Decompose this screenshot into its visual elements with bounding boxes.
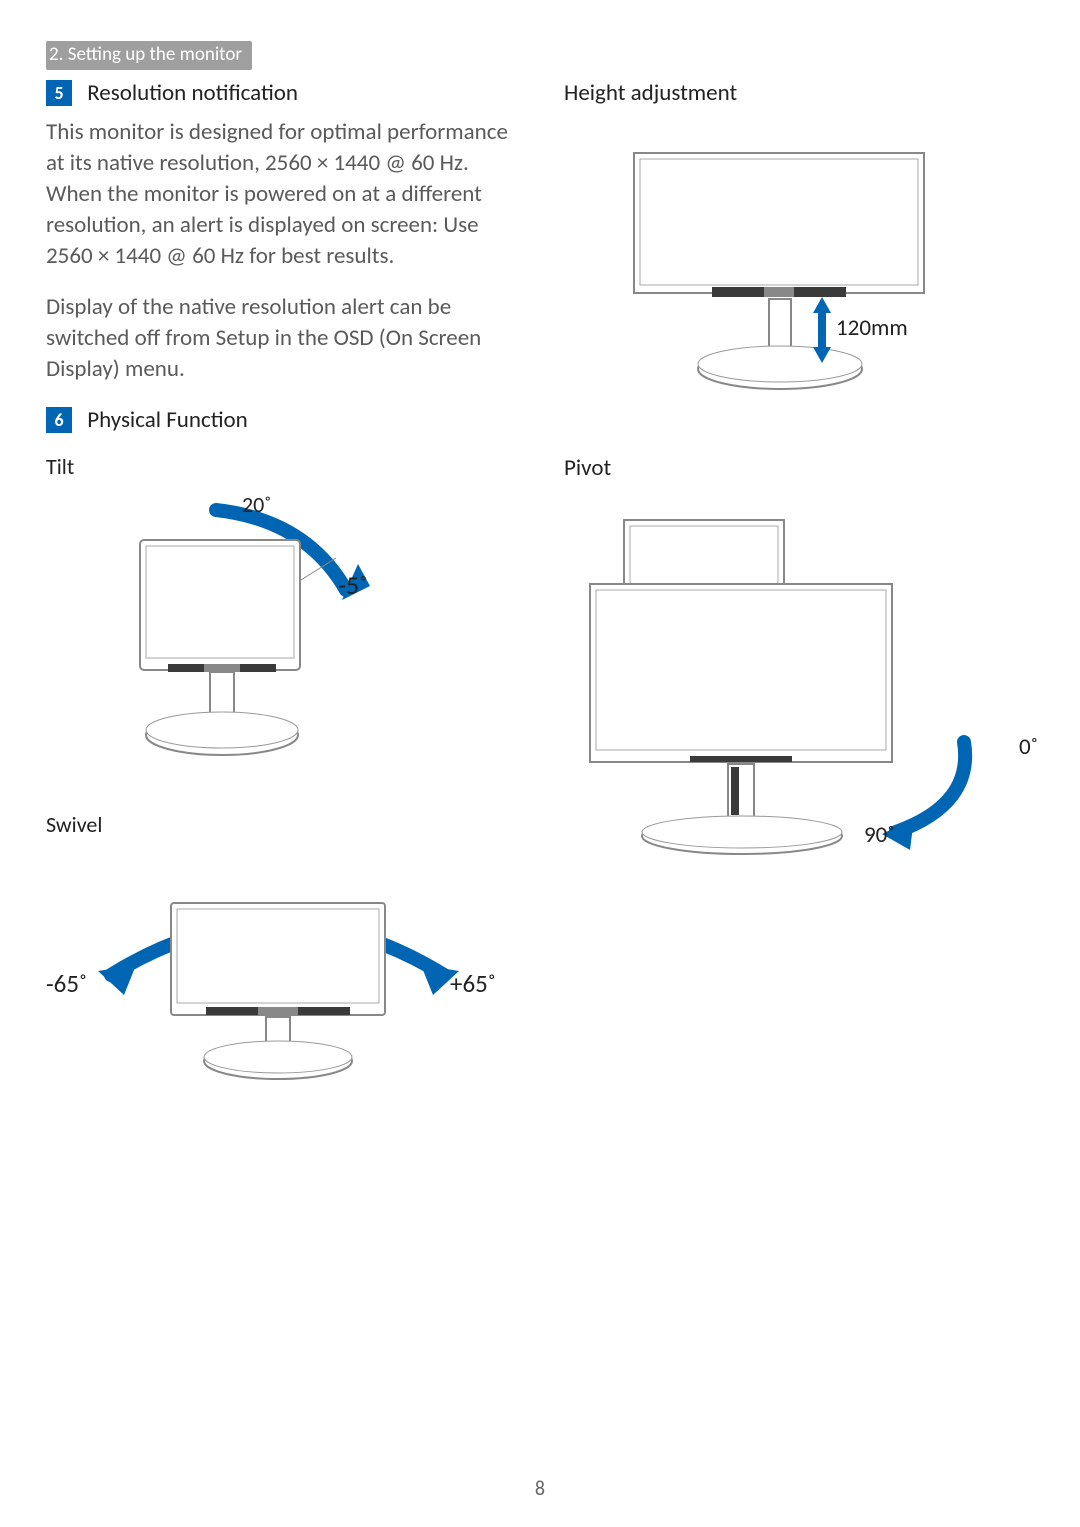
swivel-left-label: -65˚ (46, 967, 87, 1001)
step-number-6: 6 (46, 407, 72, 433)
resolution-para-1: This monitor is designed for optimal per… (46, 117, 516, 272)
swivel-right-label: +65˚ (450, 967, 496, 1001)
step-6-heading: 6 Physical Function (46, 405, 516, 436)
pivot-figure: 0˚ 90˚ (564, 514, 1044, 894)
pivot-heading: Pivot (564, 453, 1044, 484)
swivel-heading: Swivel (46, 810, 516, 840)
tilt-back-label: 20˚ (242, 490, 271, 520)
right-column: Height adjustment 120mm Pivot (564, 78, 1044, 1138)
height-value-label: 120mm (836, 313, 908, 344)
pivot-bottom-label: 90˚ (864, 820, 895, 851)
resolution-para-2: Display of the native resolution alert c… (46, 292, 516, 385)
left-column: 5 Resolution notification This monitor i… (46, 78, 516, 1138)
page-number: 8 (0, 1476, 1080, 1503)
tilt-heading: Tilt (46, 452, 516, 482)
step-6-title: Physical Function (87, 406, 248, 434)
step-number-5: 5 (46, 80, 72, 106)
step-5-heading: 5 Resolution notification (46, 78, 516, 109)
pivot-top-label: 0˚ (1019, 732, 1038, 763)
height-adjust-heading: Height adjustment (564, 78, 1044, 109)
tilt-figure: 20˚ -5˚ (46, 490, 516, 780)
height-figure: 120mm (564, 133, 1044, 423)
step-5-title: Resolution notification (87, 79, 298, 107)
section-tag: 2. Setting up the monitor (46, 41, 252, 70)
tilt-forward-label: -5˚ (338, 568, 367, 603)
swivel-figure: -65˚ +65˚ (46, 847, 516, 1107)
